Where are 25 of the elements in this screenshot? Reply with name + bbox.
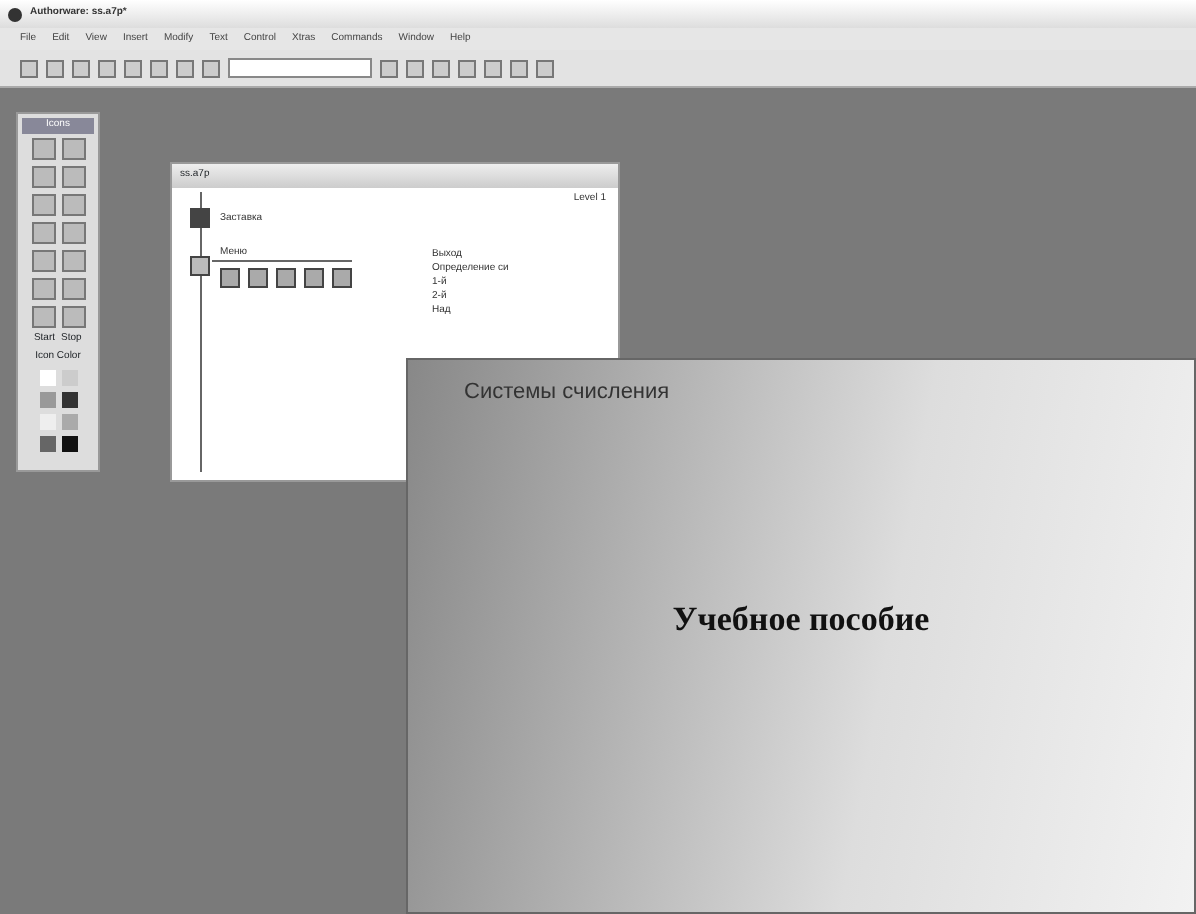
color-swatch[interactable] [61,391,77,407]
tool-icon[interactable] [31,305,55,327]
tool-icon[interactable] [31,165,55,187]
color-swatch[interactable] [61,435,77,451]
tool-icon[interactable] [31,249,55,271]
tool-icon[interactable] [61,193,85,215]
color-swatch[interactable] [39,435,55,451]
tool-icon[interactable] [61,305,85,327]
color-swatch[interactable] [39,391,55,407]
tool-icon[interactable] [61,221,85,243]
tool-icon[interactable] [61,249,85,271]
tool-icon[interactable] [31,277,55,299]
framework-icon[interactable] [190,256,210,276]
tool-icon[interactable] [31,193,55,215]
app-icon [8,7,22,21]
tool-icon[interactable] [61,137,85,159]
color-swatch[interactable] [39,369,55,385]
tool-icon[interactable] [61,277,85,299]
tool-icon[interactable] [31,137,55,159]
style-field[interactable] [228,58,372,78]
tool-icon[interactable] [31,221,55,243]
color-swatch[interactable] [61,413,77,429]
slide-header: Системы счисления [464,378,670,408]
slide-title: Учебное пособие [670,598,932,642]
tool-icon[interactable] [61,165,85,187]
